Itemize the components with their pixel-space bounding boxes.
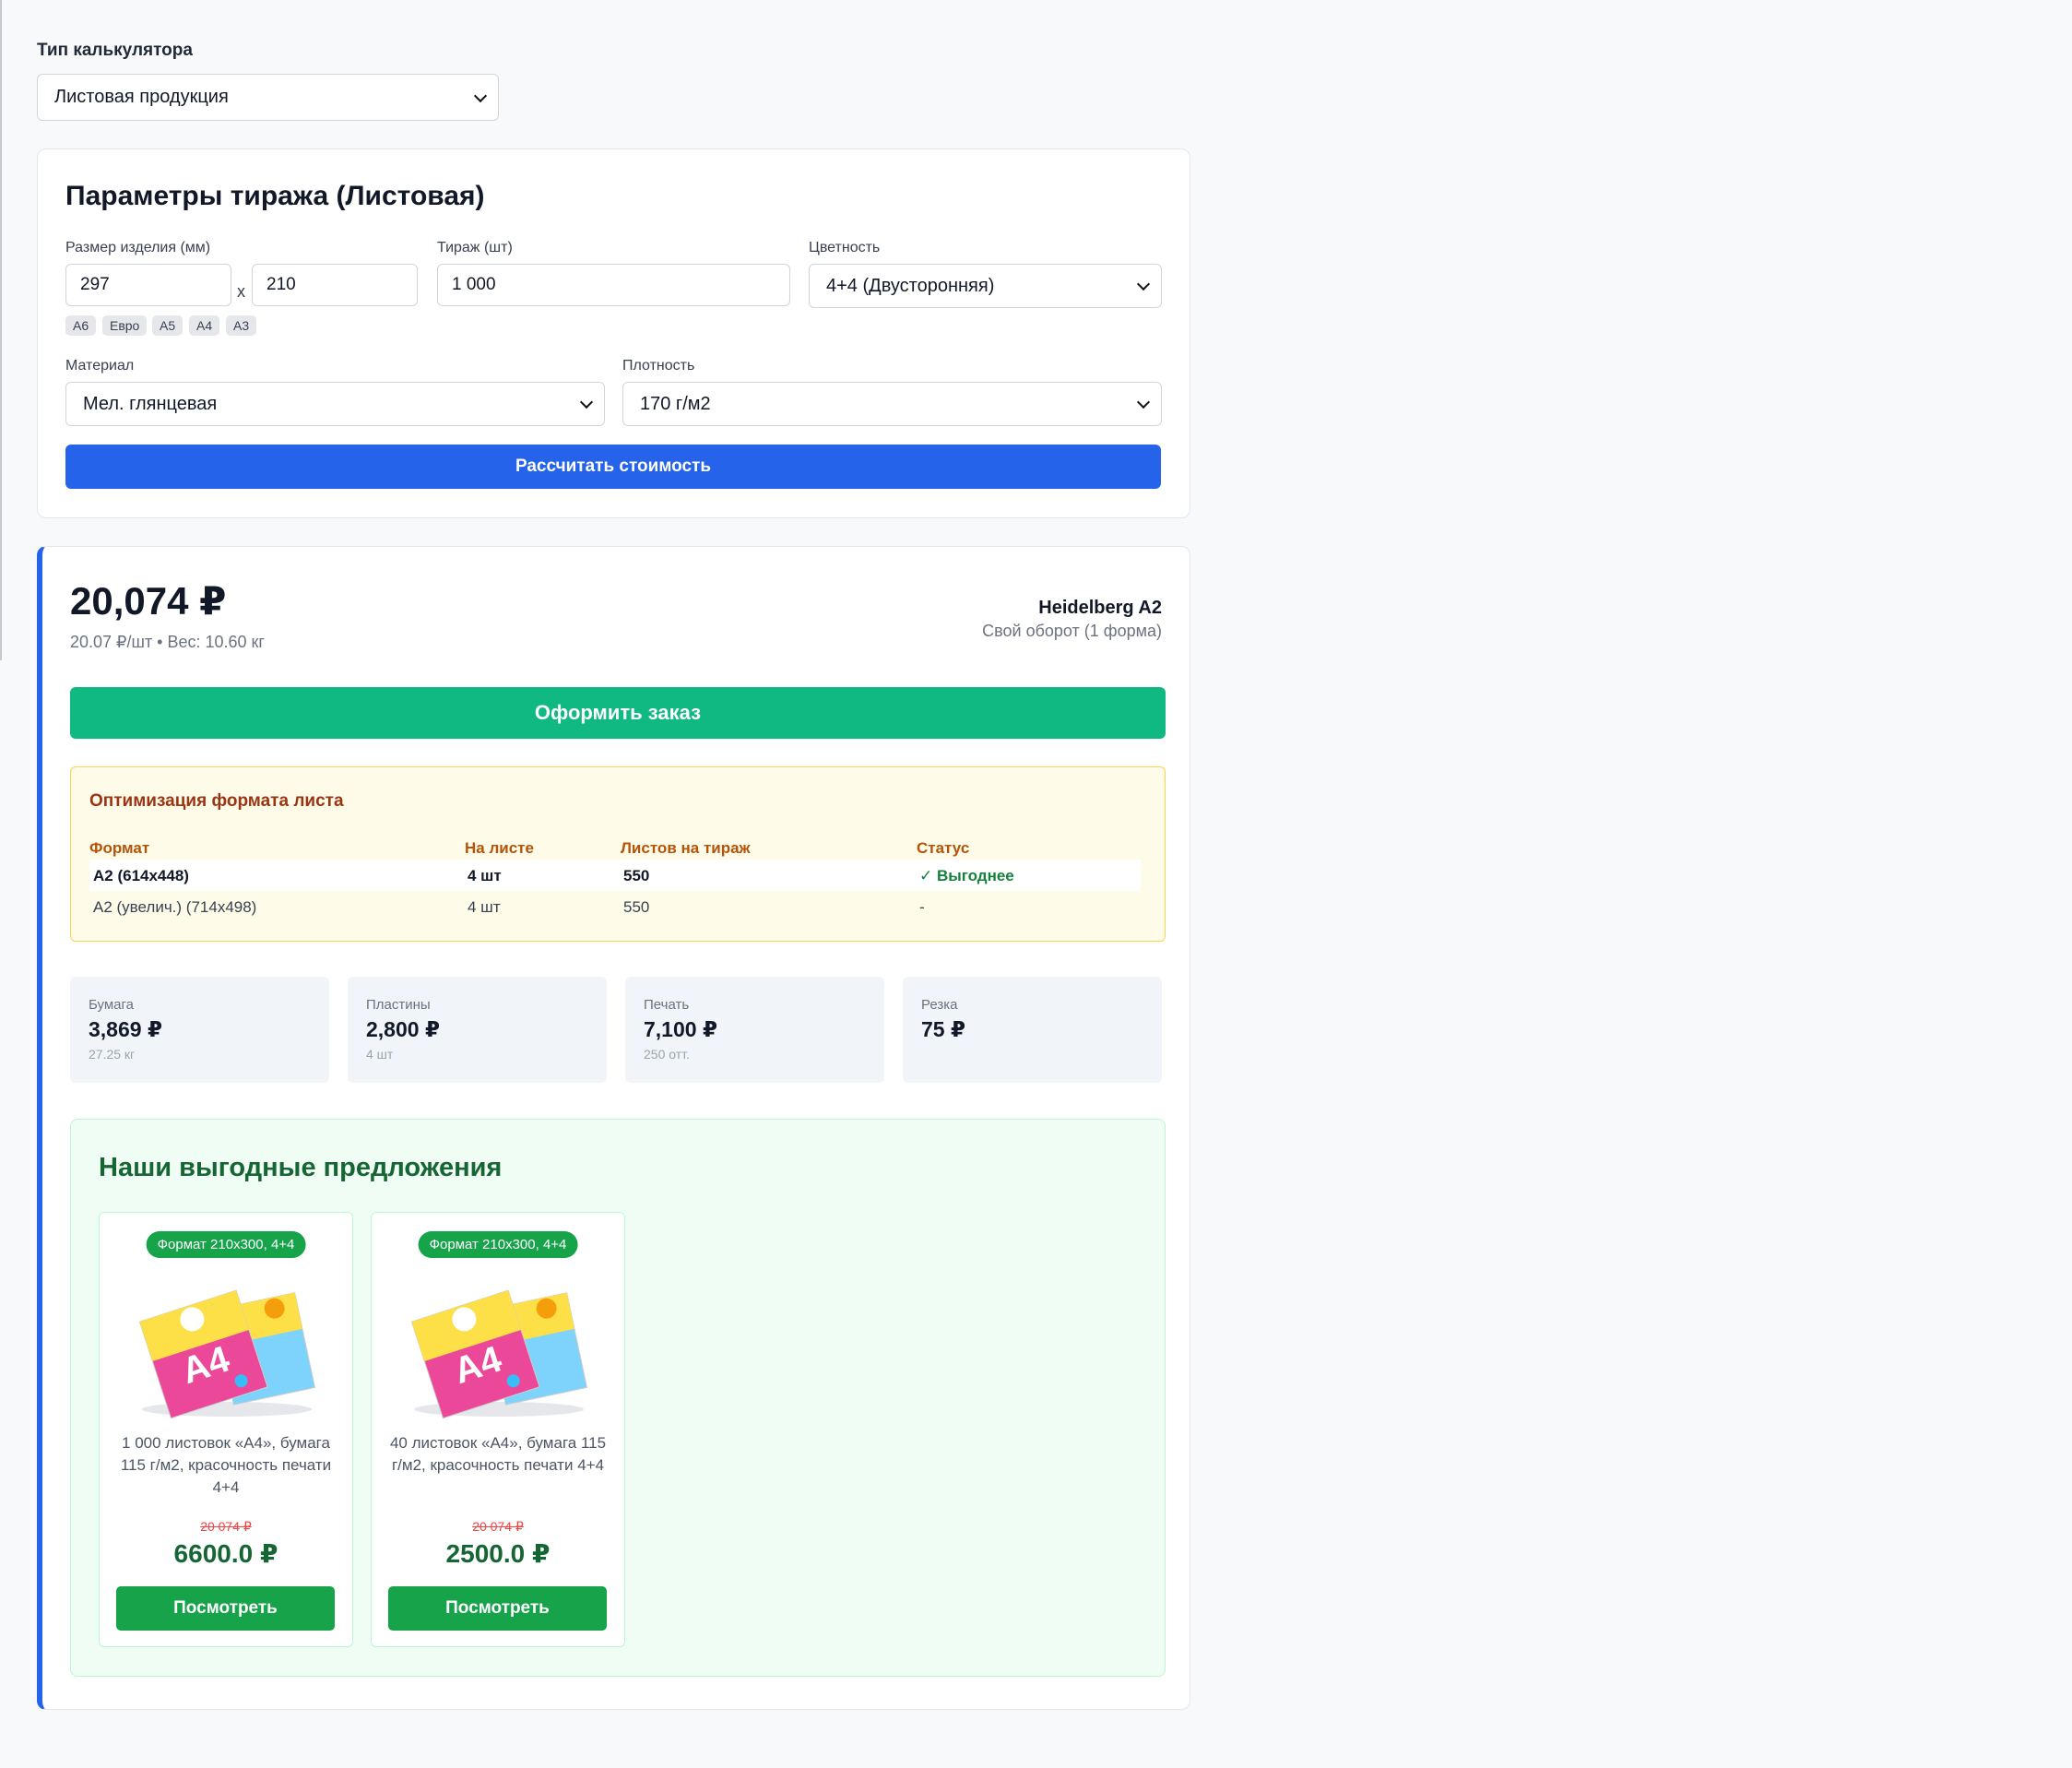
optimization-title: Оптимизация формата листа: [89, 791, 344, 811]
cost-value: 3,869 ₽: [89, 1017, 162, 1041]
table-row: A2 (614x448) 4 шт 550 ✓ Выгоднее: [89, 860, 1141, 891]
offer-old-price: 20 074 ₽: [200, 1519, 252, 1534]
row-per-sheet: 4 шт: [468, 867, 502, 884]
cost-value: 7,100 ₽: [644, 1017, 717, 1041]
offer-old-price: 20 074 ₽: [472, 1519, 524, 1534]
offer-description: 1 000 листовок «А4», бумага 115 г/м2, кр…: [120, 1434, 332, 1496]
preset-euro-chip[interactable]: Евро: [102, 315, 148, 336]
sheet-optimization-panel: Оптимизация формата листа Формат На лист…: [70, 766, 1166, 942]
cost-label: Резка: [921, 997, 958, 1013]
machine-subtitle: Свой оборот (1 форма): [982, 622, 1162, 640]
preset-a3-chip[interactable]: А3: [226, 315, 257, 336]
qty-label: Тираж (шт): [437, 240, 513, 255]
cost-label: Печать: [644, 997, 690, 1013]
view-offer-button[interactable]: Посмотреть: [116, 1586, 335, 1631]
cost-label: Пластины: [366, 997, 431, 1013]
preset-a6-chip[interactable]: А6: [65, 315, 97, 336]
row-sheets: 550: [623, 867, 650, 884]
col-header-sheets: Листов на тираж: [621, 839, 751, 857]
row-format: A2 (614x448): [93, 867, 189, 884]
row-format: A2 (увелич.) (714x498): [93, 898, 257, 916]
qty-input[interactable]: 1 000: [437, 264, 790, 306]
chevron-down-icon: [473, 89, 488, 102]
material-value: Мел. глянцевая: [83, 393, 218, 414]
row-status: ✓ Выгоднее: [919, 867, 1014, 884]
material-select[interactable]: Мел. глянцевая: [65, 382, 605, 426]
preset-a4-chip[interactable]: А4: [189, 315, 220, 336]
offer-badge: Формат 210x300, 4+4: [146, 1231, 306, 1258]
calculator: Тип калькулятора Листовая продукция Пара…: [37, 37, 1190, 1710]
chevron-down-icon: [1136, 277, 1151, 291]
col-header-format: Формат: [89, 839, 150, 857]
density-select[interactable]: 170 г/м2: [622, 382, 1162, 426]
preset-a5-chip[interactable]: А5: [152, 315, 184, 336]
cost-value: 2,800 ₽: [366, 1017, 440, 1041]
cost-tile-paper: Бумага 3,869 ₽ 27.25 кг: [70, 977, 329, 1083]
calc-type-label: Тип калькулятора: [37, 41, 193, 60]
calc-type-select[interactable]: Листовая продукция: [37, 74, 499, 121]
view-offer-button[interactable]: Посмотреть: [388, 1586, 607, 1631]
offer-card: Формат 210x300, 4+4 A4: [99, 1212, 353, 1647]
offer-card: Формат 210x300, 4+4 A4: [371, 1212, 625, 1647]
width-value: 297: [80, 275, 110, 294]
offer-price: 6600.0 ₽: [173, 1539, 278, 1568]
params-title: Параметры тиража (Листовая): [65, 181, 485, 211]
calc-type-value: Листовая продукция: [54, 87, 229, 107]
height-value: 210: [266, 275, 296, 294]
color-value: 4+4 (Двусторонняя): [826, 275, 995, 296]
height-input[interactable]: 210: [252, 264, 418, 306]
col-header-status: Статус: [917, 839, 970, 857]
density-value: 170 г/м2: [640, 393, 711, 414]
cost-sub: 250 отт.: [644, 1047, 690, 1062]
a4-flyer-product-image: A4: [410, 1289, 588, 1419]
offer-description: 40 листовок «А4», бумага 115 г/м2, красо…: [389, 1434, 607, 1474]
place-order-button[interactable]: Оформить заказ: [70, 687, 1166, 739]
table-row: A2 (увелич.) (714x498) 4 шт 550 -: [89, 891, 1141, 922]
width-input[interactable]: 297: [65, 264, 231, 306]
left-divider: [0, 0, 2, 660]
row-per-sheet: 4 шт: [468, 898, 501, 916]
chevron-down-icon: [1136, 395, 1151, 409]
density-label: Плотность: [622, 358, 695, 374]
cost-sub: 27.25 кг: [89, 1047, 136, 1062]
cost-tile-printing: Печать 7,100 ₽ 250 отт.: [625, 977, 884, 1083]
cost-value: 75 ₽: [921, 1017, 965, 1041]
unit-price-weight: 20.07 ₽/шт • Вес: 10.60 кг: [70, 633, 265, 651]
offer-badge: Формат 210x300, 4+4: [418, 1231, 578, 1258]
a4-flyer-product-image: A4: [138, 1289, 316, 1419]
calculate-button[interactable]: Рассчитать стоимость: [65, 445, 1161, 489]
qty-value: 1 000: [452, 275, 496, 294]
offers-panel: Наши выгодные предложения Формат 210x300…: [70, 1119, 1166, 1677]
row-status: -: [919, 898, 925, 916]
times-sign: x: [237, 282, 245, 301]
color-label: Цветность: [809, 240, 881, 255]
cost-label: Бумага: [89, 997, 134, 1013]
params-card: Параметры тиража (Листовая) Размер издел…: [37, 148, 1190, 518]
size-label: Размер изделия (мм): [65, 240, 211, 255]
machine-name: Heidelberg A2: [1038, 598, 1162, 618]
material-label: Материал: [65, 358, 135, 374]
row-sheets: 550: [623, 898, 650, 916]
result-card: 20,074 ₽ 20.07 ₽/шт • Вес: 10.60 кг Heid…: [37, 546, 1190, 1710]
color-select[interactable]: 4+4 (Двусторонняя): [809, 264, 1162, 308]
cost-tile-plates: Пластины 2,800 ₽ 4 шт: [348, 977, 607, 1083]
chevron-down-icon: [579, 395, 594, 409]
total-price: 20,074 ₽: [70, 579, 227, 623]
offer-price: 2500.0 ₽: [445, 1539, 551, 1568]
offers-title: Наши выгодные предложения: [99, 1153, 503, 1182]
col-header-per-sheet: На листе: [465, 839, 534, 857]
cost-sub: 4 шт: [366, 1047, 394, 1062]
cost-tile-cutting: Резка 75 ₽: [903, 977, 1162, 1083]
